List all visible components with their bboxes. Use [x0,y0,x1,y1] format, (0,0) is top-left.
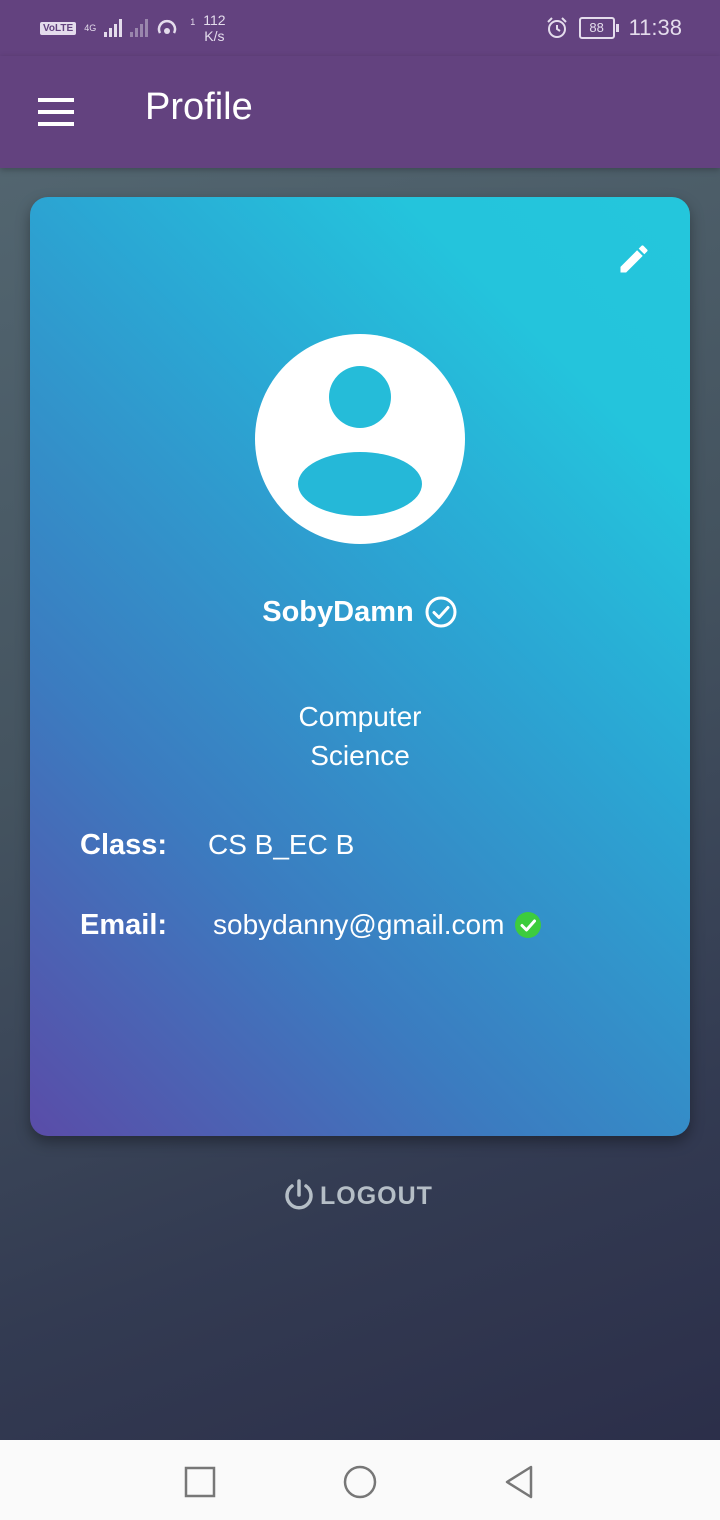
logout-label: LOGOUT [320,1181,433,1210]
class-label: Class: [80,829,168,861]
system-nav-bar [0,1440,720,1520]
profile-card: SobyDamn Computer Science Class: CS B_EC… [30,197,690,1136]
speed-unit: K/s [204,28,225,44]
department-line-2: Science [310,740,410,771]
hotspot-count: 1 [190,16,196,27]
logout-button[interactable]: LOGOUT [282,1178,433,1214]
check-circle-icon [425,596,457,628]
class-value: CS B_EC B [208,829,355,860]
network-speed: 112 K/s [203,12,225,44]
square-icon[interactable] [180,1462,220,1502]
avatar-icon [255,334,465,544]
alarm-icon [546,17,567,38]
department-line-1: Computer [298,701,422,732]
triangle-back-icon[interactable] [500,1462,540,1502]
circle-icon[interactable] [340,1462,380,1502]
department: Computer Science [260,697,460,775]
email-label: Email: [80,909,168,941]
green-check-icon [515,912,542,938]
signal-icon [104,19,123,37]
network-type: 4G [84,22,97,33]
battery-indicator: 88 [578,17,619,39]
status-right: 88 11:38 [545,12,682,44]
user-name: SobyDamn [262,595,414,628]
status-bar: VoLTE 4G 1 112 K/s 88 11:38 [0,0,720,56]
app-bar: Profile [0,56,720,168]
volte-badge: VoLTE [40,21,77,35]
signal-sim2-icon [130,19,149,37]
speed-value: 112 [203,12,226,28]
email-value: sobydanny@gmail.com [213,909,505,940]
email-row: sobydanny@gmail.com [213,909,542,941]
menu-icon[interactable] [38,98,74,126]
pencil-icon[interactable] [616,241,652,277]
clock: 11:38 [628,15,682,40]
status-left: VoLTE 4G 1 112 K/s [40,10,226,46]
page-title: Profile [145,86,253,128]
hotspot-icon [157,19,177,34]
power-icon [285,1179,313,1210]
name-row: SobyDamn [30,595,690,629]
